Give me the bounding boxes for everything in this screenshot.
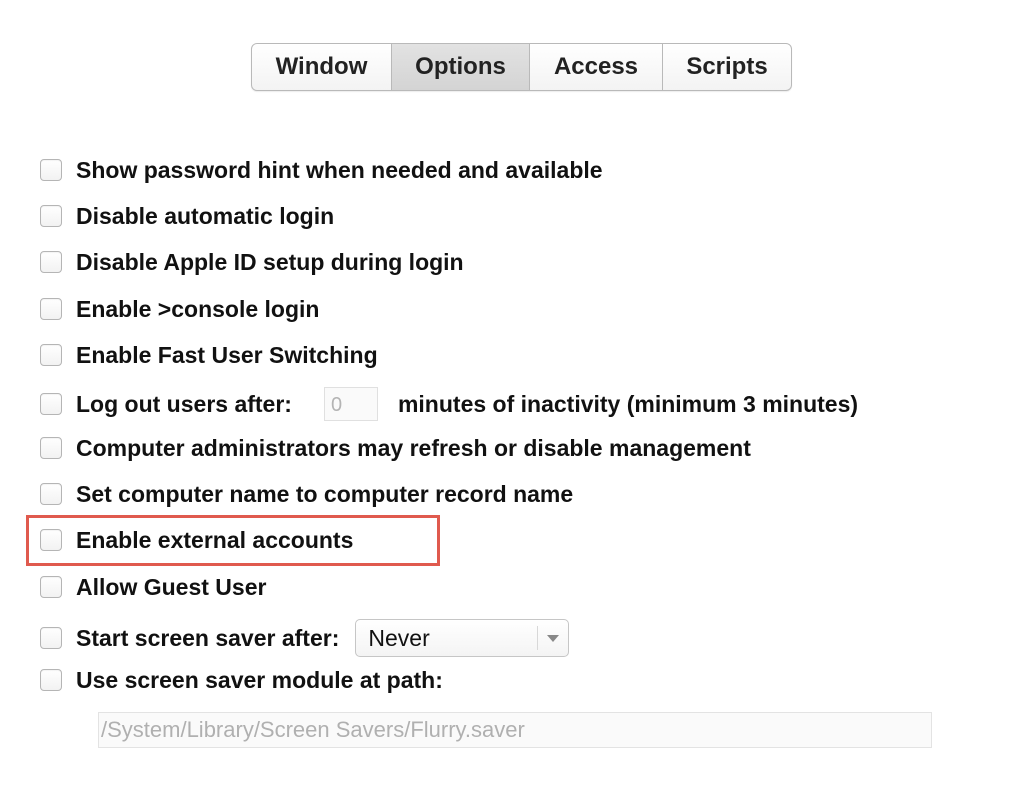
allow-guest-user-label: Allow Guest User	[76, 573, 267, 600]
screen-saver-after-label: Start screen saver after:	[76, 624, 340, 651]
option-row-enable-console-login: Enable >console login	[40, 294, 319, 324]
fast-user-switching-checkbox[interactable]	[40, 344, 62, 366]
disable-apple-id-checkbox[interactable]	[40, 251, 62, 273]
admins-refresh-label: Computer administrators may refresh or d…	[76, 434, 751, 461]
enable-external-accounts-label: Enable external accounts	[76, 526, 354, 553]
option-row-allow-guest-user: Allow Guest User	[40, 572, 266, 602]
enable-external-accounts-checkbox[interactable]	[40, 529, 62, 551]
show-password-hint-label: Show password hint when needed and avail…	[76, 156, 603, 183]
option-row-admins-refresh: Computer administrators may refresh or d…	[40, 433, 751, 463]
tab-window[interactable]: Window	[252, 44, 392, 90]
option-row-screen-saver-after: Start screen saver after: Never	[40, 619, 570, 657]
show-password-hint-checkbox[interactable]	[40, 159, 62, 181]
option-row-fast-user-switching: Enable Fast User Switching	[40, 340, 378, 370]
set-computer-name-label: Set computer name to computer record nam…	[76, 480, 574, 507]
option-row-show-password-hint: Show password hint when needed and avail…	[40, 155, 603, 185]
option-row-disable-auto-login: Disable automatic login	[40, 201, 334, 231]
screen-saver-delay-select[interactable]: Never	[355, 619, 570, 657]
tab-options[interactable]: Options	[392, 44, 530, 90]
segmented-tab-control: Window Options Access Scripts	[251, 43, 792, 91]
screen-saver-module-checkbox[interactable]	[40, 669, 62, 691]
log-out-users-label: Log out users after:	[76, 390, 292, 417]
disable-auto-login-label: Disable automatic login	[76, 202, 335, 229]
select-divider	[537, 626, 539, 650]
fast-user-switching-label: Enable Fast User Switching	[76, 341, 378, 368]
enable-console-login-checkbox[interactable]	[40, 298, 62, 320]
tab-access[interactable]: Access	[530, 44, 663, 90]
option-row-disable-apple-id: Disable Apple ID setup during login	[40, 247, 464, 277]
tab-scripts[interactable]: Scripts	[663, 44, 791, 90]
option-row-log-out-users: Log out users after: 0 minutes of inacti…	[40, 386, 858, 422]
disable-auto-login-checkbox[interactable]	[40, 205, 62, 227]
log-out-minutes-suffix: minutes of inactivity (minimum 3 minutes…	[397, 390, 859, 417]
screen-saver-module-label: Use screen saver module at path:	[76, 666, 443, 693]
log-out-minutes-input[interactable]: 0	[323, 387, 378, 421]
option-row-screen-saver-module: Use screen saver module at path:	[40, 665, 443, 695]
option-row-enable-external-accounts: Enable external accounts	[40, 525, 353, 555]
enable-console-login-label: Enable >console login	[76, 295, 320, 322]
set-computer-name-checkbox[interactable]	[40, 483, 62, 505]
admins-refresh-checkbox[interactable]	[40, 437, 62, 459]
options-panel: Window Options Access Scripts Show passw…	[0, 0, 1024, 792]
screen-saver-path-input[interactable]: /System/Library/Screen Savers/Flurry.sav…	[98, 712, 932, 748]
disable-apple-id-label: Disable Apple ID setup during login	[76, 248, 464, 275]
log-out-users-checkbox[interactable]	[40, 393, 62, 415]
chevron-down-icon	[547, 635, 560, 642]
allow-guest-user-checkbox[interactable]	[40, 576, 62, 598]
screen-saver-after-checkbox[interactable]	[40, 627, 62, 649]
option-row-set-computer-name: Set computer name to computer record nam…	[40, 479, 573, 509]
